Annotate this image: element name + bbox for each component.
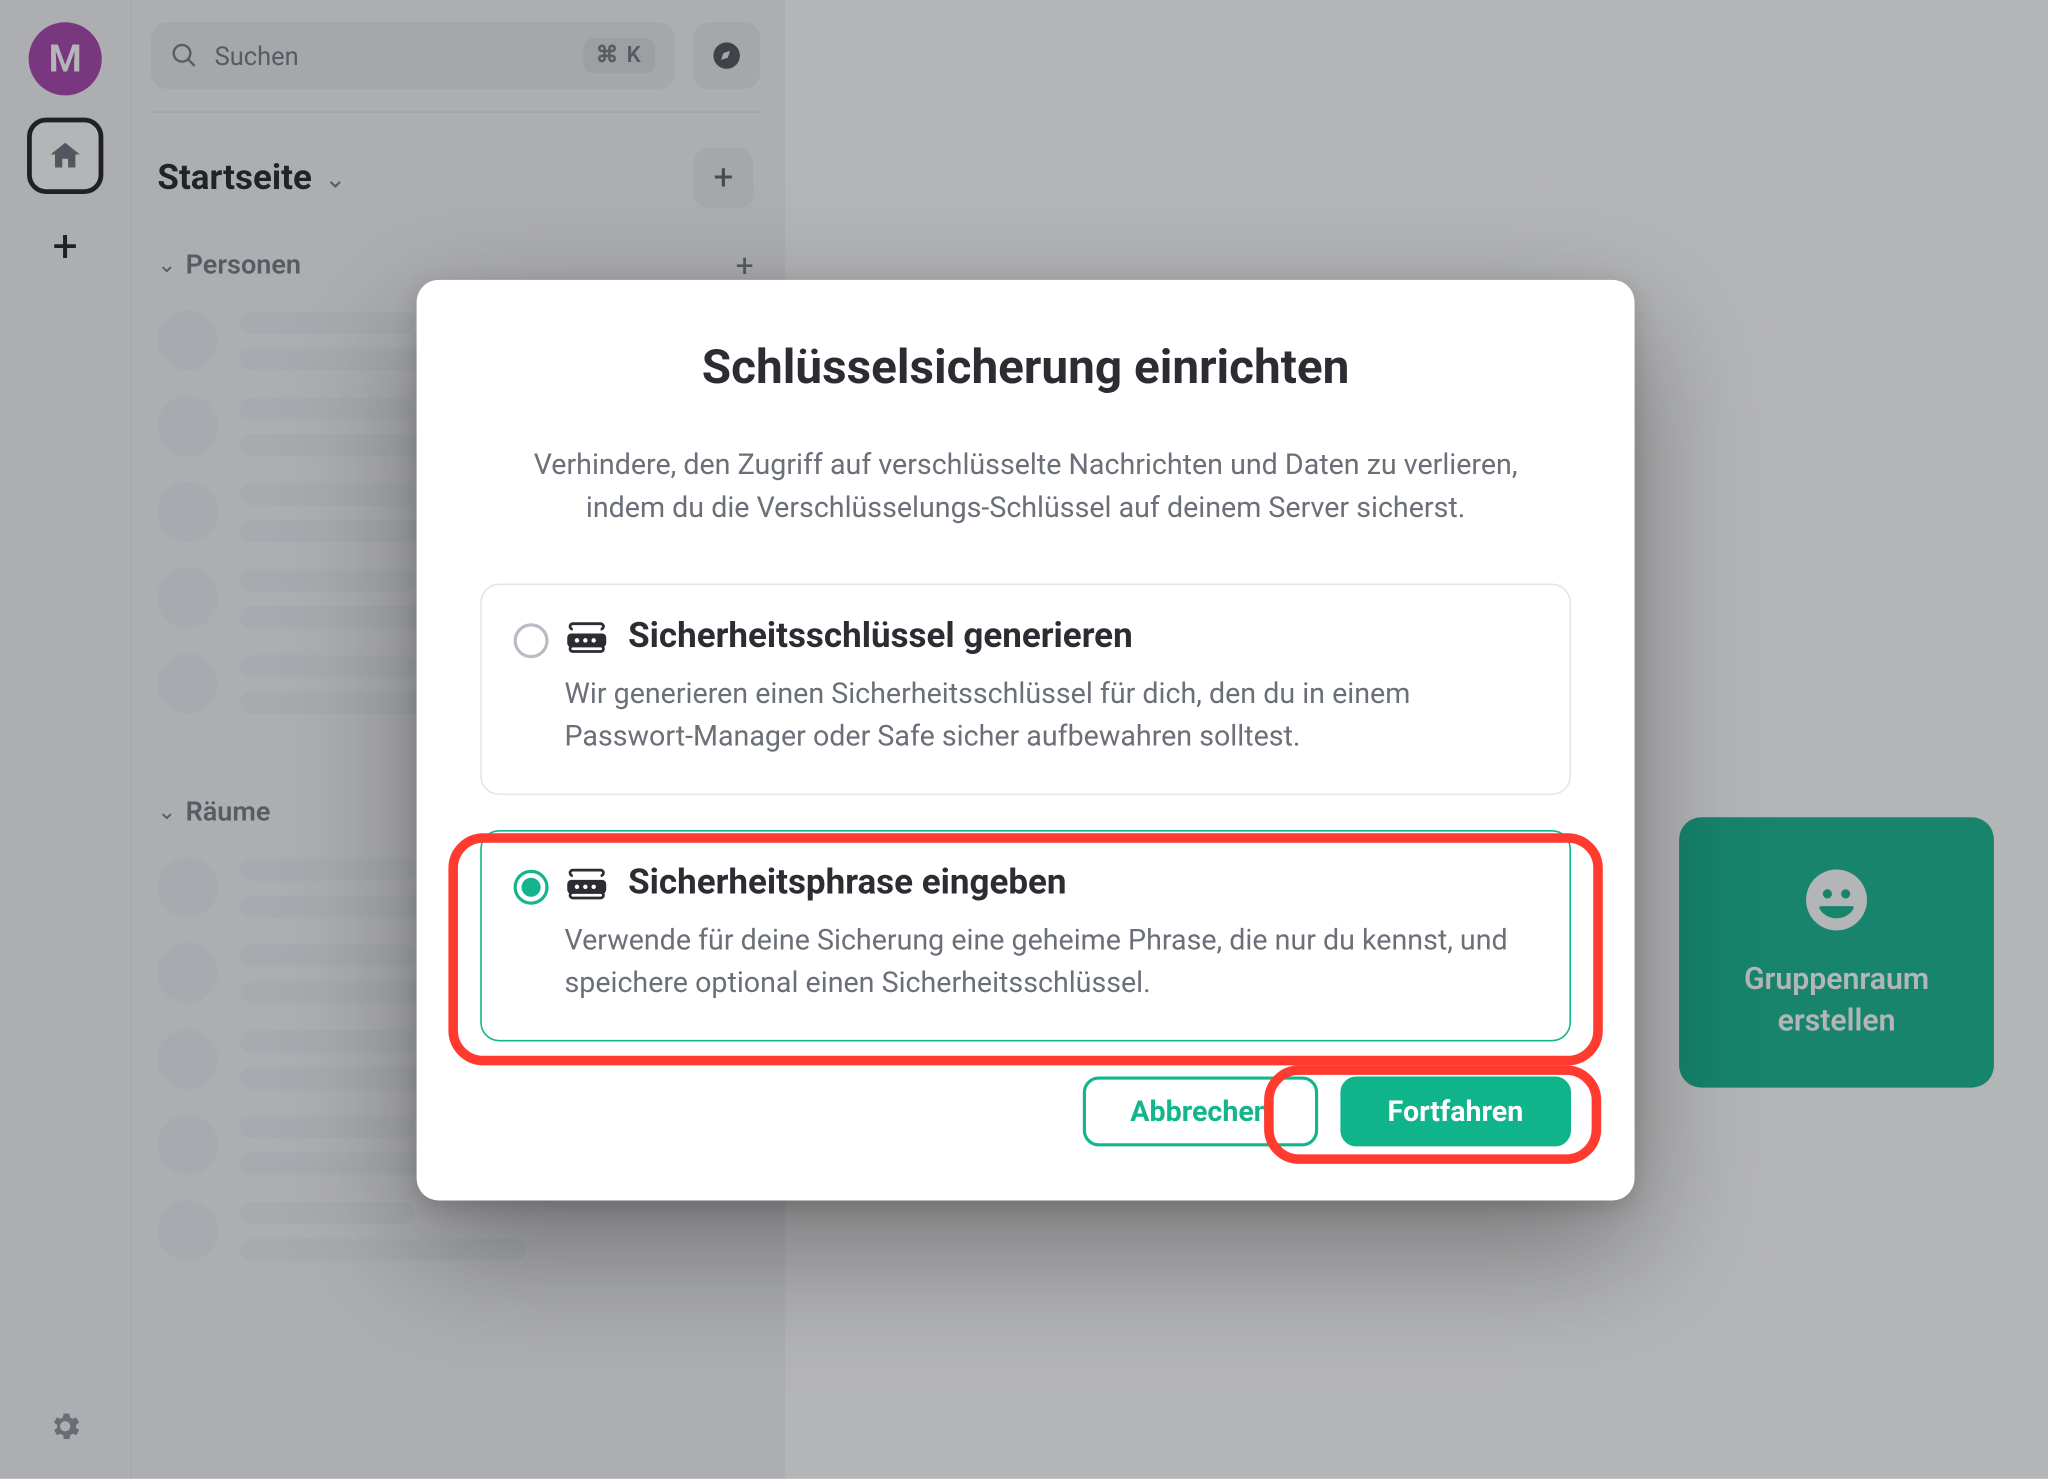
option-description: Wir generieren einen Sicherheitsschlüsse… — [564, 673, 1531, 759]
option-generate-security-key[interactable]: Sicherheitsschlüssel generieren Wir gene… — [480, 584, 1571, 795]
option-title: Sicherheitsphrase eingeben — [628, 863, 1066, 903]
password-field-icon — [564, 864, 609, 902]
dialog-description: Verhindere, den Zugriff auf verschlüssel… — [517, 444, 1535, 530]
password-field-icon — [564, 618, 609, 656]
key-backup-setup-dialog: Schlüsselsicherung einrichten Verhindere… — [417, 280, 1635, 1201]
cancel-button[interactable]: Abbrechen — [1083, 1076, 1318, 1146]
option-title: Sicherheitsschlüssel generieren — [628, 617, 1133, 657]
dialog-title: Schlüsselsicherung einrichten — [480, 340, 1571, 396]
continue-button[interactable]: Fortfahren — [1340, 1076, 1571, 1146]
option-enter-security-phrase[interactable]: Sicherheitsphrase eingeben Verwende für … — [480, 830, 1571, 1041]
radio-selected[interactable] — [514, 870, 549, 905]
radio-unselected[interactable] — [514, 623, 549, 658]
option-description: Verwende für deine Sicherung eine geheim… — [564, 919, 1531, 1005]
